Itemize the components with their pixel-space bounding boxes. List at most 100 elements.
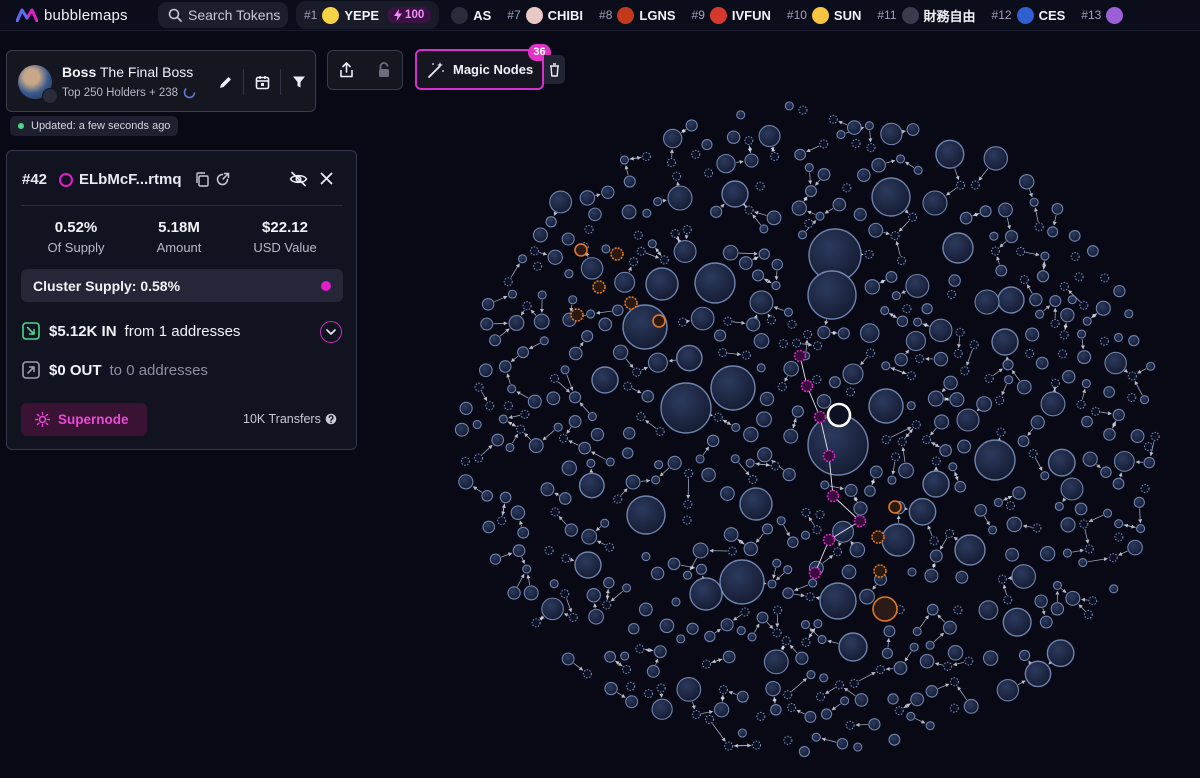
holder-bubble[interactable] <box>854 693 869 707</box>
holder-bubble[interactable] <box>1005 547 1020 562</box>
holder-bubble[interactable] <box>782 467 796 482</box>
holder-bubble[interactable] <box>695 563 707 575</box>
holder-bubble[interactable] <box>909 642 919 652</box>
holder-bubble[interactable] <box>1079 300 1089 310</box>
holder-bubble[interactable] <box>791 405 804 418</box>
hide-wallet-button[interactable] <box>289 171 308 192</box>
holder-bubble[interactable] <box>498 360 512 373</box>
holder-bubble[interactable] <box>995 395 1005 405</box>
holder-bubble[interactable] <box>682 515 692 525</box>
holder-bubble[interactable] <box>955 327 965 337</box>
holder-bubble[interactable] <box>622 583 632 593</box>
holder-bubble[interactable] <box>1127 539 1143 556</box>
holder-bubble[interactable] <box>478 363 493 378</box>
holder-bubble[interactable] <box>520 409 530 419</box>
holder-bubble[interactable] <box>655 427 665 437</box>
holder-bubble[interactable] <box>776 516 786 526</box>
holder-bubble[interactable] <box>1029 197 1039 207</box>
holder-bubble[interactable] <box>841 564 857 580</box>
trending-token[interactable]: #7 CHIBI <box>499 0 591 30</box>
holder-bubble[interactable] <box>651 698 673 720</box>
holder-bubble[interactable] <box>801 507 811 517</box>
holder-bubble[interactable] <box>993 497 1003 508</box>
holder-bubble[interactable] <box>804 162 814 173</box>
holder-bubble[interactable] <box>541 597 564 621</box>
holder-bubble[interactable] <box>781 636 791 646</box>
holder-bubble[interactable] <box>601 244 611 254</box>
holder-bubble[interactable] <box>568 415 582 428</box>
holder-bubble[interactable] <box>869 465 883 479</box>
holder-bubble[interactable] <box>897 256 907 266</box>
holder-bubble[interactable] <box>804 219 814 229</box>
holder-bubble[interactable] <box>990 246 1000 256</box>
holder-bubble[interactable] <box>1006 516 1023 533</box>
clear-magic-nodes-button[interactable] <box>544 55 565 84</box>
holder-bubble[interactable] <box>949 677 959 687</box>
holder-bubble[interactable] <box>544 545 554 555</box>
holder-bubble[interactable] <box>783 307 793 317</box>
holder-bubble[interactable] <box>581 528 598 545</box>
holder-bubble[interactable] <box>474 453 484 463</box>
open-explorer-button[interactable] <box>215 172 230 192</box>
holder-bubble[interactable] <box>659 618 675 634</box>
holder-bubble[interactable] <box>579 190 596 206</box>
holder-bubble[interactable] <box>871 177 911 217</box>
holder-bubble[interactable] <box>820 480 830 490</box>
holder-bubble[interactable] <box>604 650 616 663</box>
holder-bubble[interactable] <box>783 428 799 444</box>
holder-bubble[interactable] <box>803 329 813 339</box>
holder-bubble[interactable] <box>622 427 636 440</box>
holder-bubble[interactable] <box>933 351 949 367</box>
holder-bubble[interactable] <box>671 597 681 607</box>
holder-bubble[interactable] <box>695 454 705 464</box>
holder-bubble[interactable] <box>871 157 886 173</box>
holder-bubble[interactable] <box>676 634 686 644</box>
holder-bubble[interactable] <box>587 411 597 422</box>
holder-bubble[interactable] <box>1047 226 1059 238</box>
holder-bubble[interactable] <box>578 472 605 499</box>
holder-bubble[interactable] <box>756 711 766 721</box>
holder-bubble[interactable] <box>771 258 784 271</box>
holder-bubble[interactable] <box>720 618 734 632</box>
holder-bubble[interactable] <box>811 732 821 742</box>
holder-bubble[interactable] <box>1011 564 1037 589</box>
holder-bubble[interactable] <box>539 336 549 346</box>
holder-bubble[interactable] <box>773 605 783 615</box>
holder-bubble[interactable] <box>807 270 857 320</box>
holder-bubble[interactable] <box>1078 558 1088 568</box>
holder-bubble[interactable] <box>516 424 526 434</box>
holder-bubble[interactable] <box>805 592 815 602</box>
holder-bubble[interactable] <box>745 458 755 468</box>
holder-bubble[interactable] <box>718 685 728 695</box>
holder-bubble[interactable] <box>995 264 1008 277</box>
holder-bubble[interactable] <box>1112 477 1125 490</box>
holder-bubble[interactable] <box>766 315 776 325</box>
holder-bubble[interactable] <box>686 622 699 635</box>
cluster-bubble[interactable] <box>808 566 822 580</box>
close-panel-button[interactable] <box>320 172 333 190</box>
holder-bubble[interactable] <box>953 605 963 615</box>
holder-bubble[interactable] <box>783 565 793 575</box>
holder-bubble[interactable] <box>738 256 753 270</box>
holder-bubble[interactable] <box>798 745 810 758</box>
holder-bubble[interactable] <box>675 344 703 372</box>
holder-bubble[interactable] <box>795 651 809 665</box>
help-icon[interactable] <box>325 413 337 425</box>
holder-bubble[interactable] <box>564 269 574 279</box>
holder-bubble[interactable] <box>489 334 502 347</box>
holder-bubble[interactable] <box>1028 449 1038 459</box>
holder-bubble[interactable] <box>641 551 651 562</box>
holder-bubble[interactable] <box>815 211 825 221</box>
holder-bubble[interactable] <box>1108 553 1118 563</box>
holder-bubble[interactable] <box>586 588 601 603</box>
holder-bubble[interactable] <box>744 205 754 215</box>
holder-bubble[interactable] <box>1113 332 1124 342</box>
holder-bubble[interactable] <box>845 387 855 397</box>
holder-bubble[interactable] <box>1109 584 1119 594</box>
holder-bubble[interactable] <box>804 710 817 723</box>
holder-bubble[interactable] <box>710 365 756 411</box>
holder-bubble[interactable] <box>744 153 759 168</box>
holder-bubble[interactable] <box>481 297 495 311</box>
holder-bubble[interactable] <box>1058 349 1068 359</box>
holder-bubble[interactable] <box>1025 348 1035 358</box>
